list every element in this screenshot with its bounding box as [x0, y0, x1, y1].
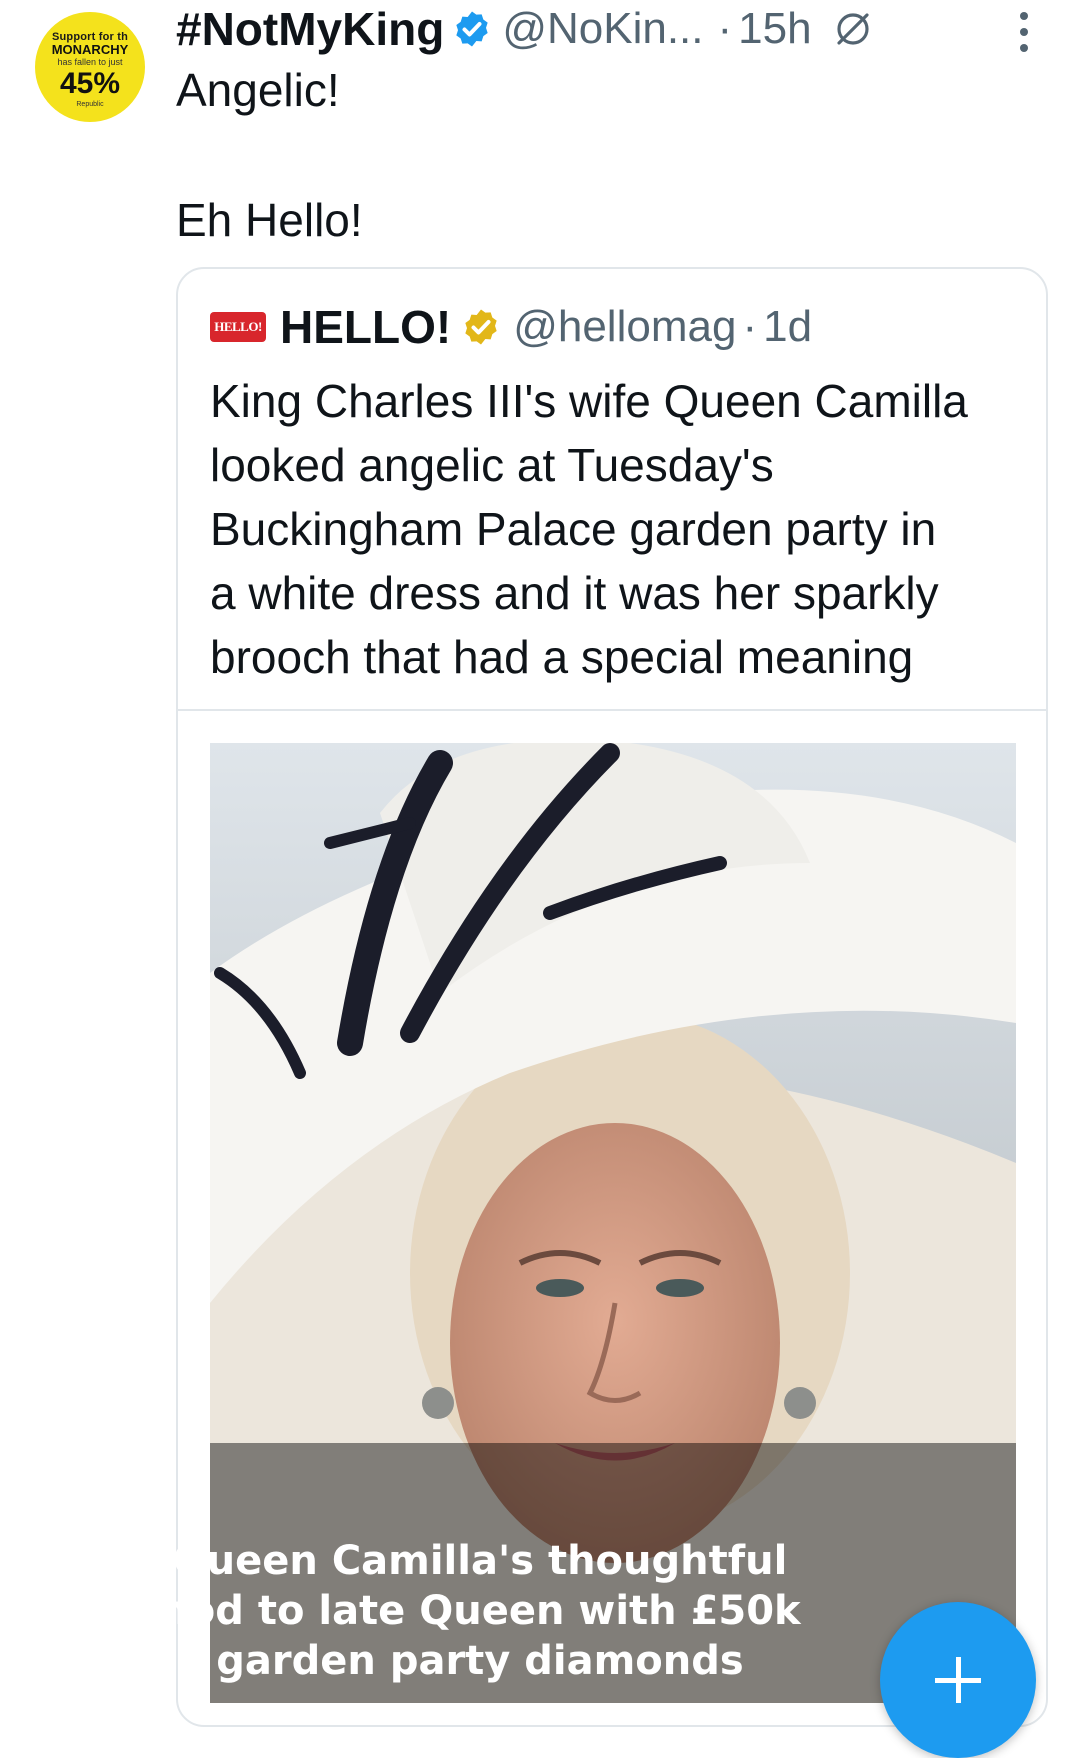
edited-icon[interactable] — [832, 8, 874, 50]
avatar-text-line2: MONARCHY — [51, 41, 129, 57]
author-handle[interactable]: @NoKin... — [502, 4, 703, 54]
author-display-name[interactable]: #NotMyKing — [176, 2, 444, 56]
verified-badge-icon — [456, 11, 488, 47]
tweet-text-line1: Angelic! — [176, 64, 340, 116]
avatar-text-line5: Republic — [76, 100, 104, 108]
more-options-icon[interactable] — [1014, 12, 1034, 52]
tweet-text: Angelic! Eh Hello! — [176, 62, 1036, 248]
media-caption: Queen Camilla's thoughtful nod to late Q… — [60, 1536, 900, 1686]
media-caption-line: Queen Camilla's thoughtful — [172, 1538, 788, 1584]
quoted-text-line: a white dress and it was her sparkly — [210, 567, 939, 619]
gold-verified-badge-icon — [465, 309, 497, 345]
quoted-tweet-header: HELLO! HELLO! @hellomag · 1d — [210, 299, 812, 355]
quoted-divider — [178, 709, 1046, 711]
quoted-text-line: brooch that had a special meaning — [210, 631, 914, 683]
quoted-text-line: Buckingham Palace garden party in — [210, 503, 937, 555]
quoted-tweet-card[interactable]: HELLO! HELLO! @hellomag · 1d King Charle… — [176, 267, 1048, 1727]
quoted-text-line: looked angelic at Tuesday's — [210, 439, 774, 491]
avatar[interactable]: Support for th MONARCHY has fallen to ju… — [35, 12, 145, 122]
hello-logo-avatar[interactable]: HELLO! — [210, 312, 266, 342]
avatar-text-line4: 45% — [59, 66, 121, 100]
header-separator: · — [717, 4, 733, 53]
quoted-text-line: King Charles III's wife Queen Camilla — [210, 375, 968, 427]
quoted-tweet-text: King Charles III's wife Queen Camilla lo… — [210, 369, 1030, 689]
tweet-timestamp[interactable]: 15h — [738, 4, 811, 54]
compose-button[interactable] — [880, 1602, 1036, 1758]
media-caption-line: garden party diamonds — [216, 1638, 744, 1684]
quoted-handle[interactable]: @hellomag — [513, 302, 736, 352]
quoted-display-name[interactable]: HELLO! — [280, 300, 451, 354]
tweet-header: #NotMyKing @NoKin... · 15h — [176, 0, 1056, 58]
quoted-timestamp[interactable]: 1d — [763, 302, 812, 352]
tweet-text-line2: Eh Hello! — [176, 194, 363, 246]
quoted-separator: · — [742, 302, 758, 351]
compose-plus-icon-vertical — [956, 1657, 961, 1703]
avatar-text-line1: Support for th — [51, 30, 129, 43]
media-caption-line: nod to late Queen with £50k — [159, 1588, 801, 1634]
avatar-text-line3: has fallen to just — [57, 56, 123, 67]
